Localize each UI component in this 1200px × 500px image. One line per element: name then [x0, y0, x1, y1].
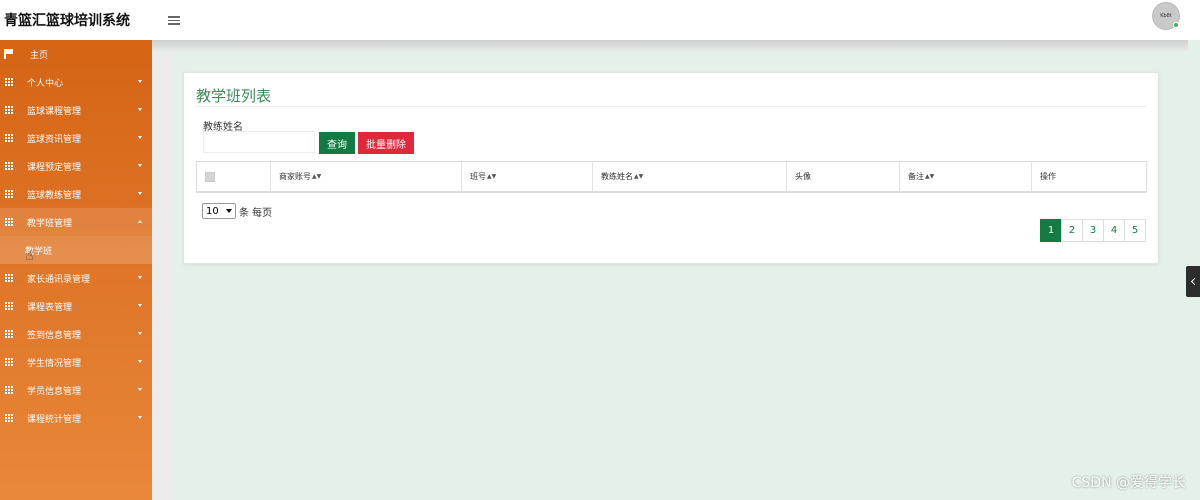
- sidebar-item-home[interactable]: 主页: [0, 40, 152, 68]
- sidebar-item-parent-contacts[interactable]: 家长通讯录管理: [0, 264, 152, 292]
- sidebar-item-student-status[interactable]: 学生情况管理: [0, 348, 152, 376]
- top-bar: 青篮汇篮球培训系统 Kb8t: [0, 0, 1200, 40]
- column-header-merchant-account[interactable]: 商家账号 ▲▼: [271, 162, 462, 191]
- sidebar-item-label: 家长通讯录管理: [27, 274, 91, 285]
- column-header-actions: 操作: [1040, 172, 1056, 181]
- caret-down-icon: [138, 332, 142, 335]
- sort-icon: ▲▼: [634, 173, 644, 180]
- sidebar-item-label: 教学班管理: [27, 218, 73, 229]
- sidebar-item-label: 签到信息管理: [27, 330, 82, 341]
- column-header-remarks[interactable]: 备注 ▲▼: [900, 162, 1032, 191]
- caret-down-icon: [138, 416, 142, 419]
- grid-icon: [5, 274, 13, 282]
- sidebar: 主页 个人中心 篮球课程管理 篮球资讯管理 课程预定管理 篮球教练管理 教学班管…: [0, 40, 152, 500]
- sidebar-item-personal-center[interactable]: 个人中心: [0, 68, 152, 96]
- class-list-card: 教学班列表 教练姓名 查询 批量删除 商家账号 ▲▼ 班号 ▲▼ 教练姓名 ▲▼ 头像…: [183, 72, 1159, 264]
- coach-name-input[interactable]: [203, 131, 315, 153]
- sidebar-item-course-stats[interactable]: 课程统计管理: [0, 404, 152, 432]
- sidebar-item-label: 篮球教练管理: [27, 190, 82, 201]
- sort-icon: ▲▼: [925, 173, 935, 180]
- select-all-checkbox[interactable]: [205, 171, 215, 182]
- hand-cursor-icon: ☝: [25, 248, 34, 264]
- column-header-coach-name[interactable]: 教练姓名 ▲▼: [593, 162, 787, 191]
- page-button-5[interactable]: 5: [1124, 219, 1146, 242]
- caret-down-icon: [138, 108, 142, 111]
- page-size-select[interactable]: 10: [202, 203, 236, 219]
- avatar[interactable]: Kb8t: [1152, 2, 1180, 30]
- sidebar-item-label: 篮球课程管理: [27, 106, 82, 117]
- caret-down-icon: [138, 304, 142, 307]
- page-button-4[interactable]: 4: [1103, 219, 1125, 242]
- sidebar-item-label: 课程预定管理: [27, 162, 82, 173]
- watermark: CSDN @爱得学长: [1071, 475, 1186, 491]
- sidebar-item-label: 课程统计管理: [27, 414, 82, 425]
- main-left-gutter: [152, 40, 174, 500]
- select-all-cell: [197, 162, 271, 191]
- grid-icon: [5, 190, 13, 198]
- sidebar-item-label: 篮球资讯管理: [27, 134, 82, 145]
- page-button-1[interactable]: 1: [1040, 219, 1062, 242]
- grid-icon: [5, 330, 13, 338]
- page-button-3[interactable]: 3: [1082, 219, 1104, 242]
- grid-icon: [5, 162, 13, 170]
- sort-icon: ▲▼: [487, 173, 497, 180]
- sidebar-subitem-class[interactable]: 教学班 ☝: [0, 236, 152, 264]
- online-status-dot: [1173, 22, 1179, 28]
- sidebar-item-schedule-management[interactable]: 课程表管理: [0, 292, 152, 320]
- sidebar-item-news-management[interactable]: 篮球资讯管理: [0, 124, 152, 152]
- app-title: 青篮汇篮球培训系统: [4, 13, 130, 29]
- flag-icon: [4, 49, 13, 59]
- hamburger-menu-icon[interactable]: [168, 15, 180, 25]
- caret-up-icon: [138, 220, 142, 223]
- caret-down-icon: [138, 80, 142, 83]
- column-header-avatar: 头像: [787, 162, 900, 191]
- grid-icon: [5, 106, 13, 114]
- caret-down-icon: [138, 388, 142, 391]
- pagination: 1 2 3 4 5: [1040, 219, 1146, 242]
- sidebar-item-label: 学员信息管理: [27, 386, 82, 397]
- query-button[interactable]: 查询: [319, 132, 355, 154]
- sort-icon: ▲▼: [312, 173, 322, 180]
- caret-down-icon: [138, 276, 142, 279]
- title-divider: [196, 106, 1146, 107]
- sidebar-item-class-management[interactable]: 教学班管理: [0, 208, 152, 236]
- grid-icon: [5, 218, 13, 226]
- sidebar-item-label: 主页: [30, 50, 49, 61]
- page-size-control: 10 条 每页: [202, 203, 272, 219]
- sidebar-item-label: 学生情况管理: [27, 358, 82, 369]
- page-button-2[interactable]: 2: [1061, 219, 1083, 242]
- grid-icon: [5, 302, 13, 310]
- class-table-header: 商家账号 ▲▼ 班号 ▲▼ 教练姓名 ▲▼ 头像 备注 ▲▼ 操作: [196, 161, 1147, 193]
- sidebar-item-label: 个人中心: [27, 78, 64, 89]
- chevron-left-icon: [1190, 277, 1198, 286]
- sidebar-item-coach-management[interactable]: 篮球教练管理: [0, 180, 152, 208]
- page-size-suffix: 条 每页: [239, 207, 273, 219]
- grid-icon: [5, 414, 13, 422]
- batch-delete-button[interactable]: 批量删除: [358, 132, 414, 154]
- grid-icon: [5, 386, 13, 394]
- sidebar-item-booking-management[interactable]: 课程预定管理: [0, 152, 152, 180]
- caret-down-icon: [138, 136, 142, 139]
- sidebar-item-checkin-management[interactable]: 签到信息管理: [0, 320, 152, 348]
- avatar-text: Kb8t: [1160, 13, 1172, 19]
- column-header-class-number[interactable]: 班号 ▲▼: [462, 162, 593, 191]
- page-title: 教学班列表: [196, 87, 272, 105]
- caret-down-icon: [138, 164, 142, 167]
- chevron-down-icon: [226, 209, 232, 213]
- sidebar-item-course-management[interactable]: 篮球课程管理: [0, 96, 152, 124]
- sidebar-item-label: 课程表管理: [27, 302, 73, 313]
- grid-icon: [5, 358, 13, 366]
- grid-icon: [5, 78, 13, 86]
- side-panel-toggle[interactable]: [1186, 266, 1200, 297]
- sidebar-item-student-info[interactable]: 学员信息管理: [0, 376, 152, 404]
- main-top-shadow: [152, 40, 1188, 52]
- caret-down-icon: [138, 360, 142, 363]
- grid-icon: [5, 134, 13, 142]
- caret-down-icon: [138, 192, 142, 195]
